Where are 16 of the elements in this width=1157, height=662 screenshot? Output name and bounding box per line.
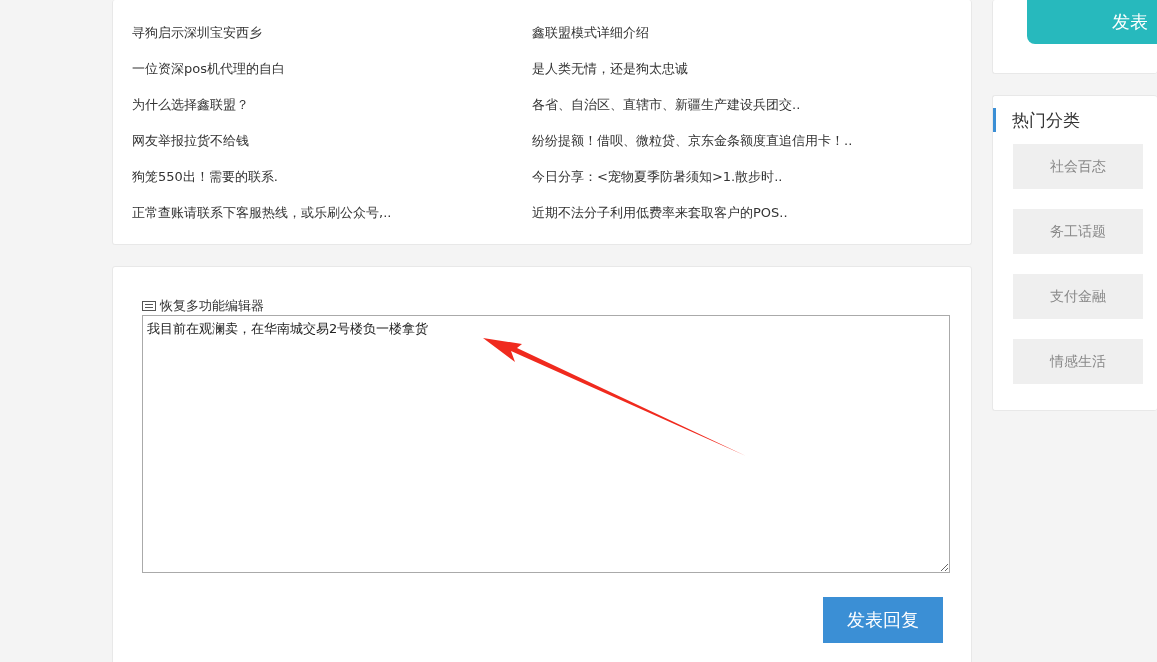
article-link[interactable]: 为什么选择鑫联盟？ bbox=[132, 87, 532, 123]
section-title: 热门分类 bbox=[993, 108, 1157, 132]
article-link[interactable]: 网友举报拉货不给钱 bbox=[132, 123, 532, 159]
article-link[interactable]: 寻狗启示深圳宝安西乡 bbox=[132, 15, 532, 51]
article-link[interactable]: 鑫联盟模式详细介绍 bbox=[532, 15, 932, 51]
article-link[interactable]: 今日分享：<宠物夏季防暑须知>1.散步时.. bbox=[532, 159, 932, 195]
article-link[interactable]: 纷纷提额！借呗、微粒贷、京东金条额度直追信用卡！.. bbox=[532, 123, 932, 159]
article-link[interactable]: 近期不法分子利用低费率来套取客户的POS.. bbox=[532, 195, 932, 231]
article-link[interactable]: 各省、自治区、直辖市、新疆生产建设兵团交.. bbox=[532, 87, 932, 123]
article-link[interactable]: 狗笼550出！需要的联系. bbox=[132, 159, 532, 195]
editor-toggle-link[interactable]: 恢复多功能编辑器 bbox=[160, 297, 264, 315]
article-link[interactable]: 正常查账请联系下客服热线，或乐刷公众号,.. bbox=[132, 195, 532, 231]
reply-text-field[interactable]: 我目前在观澜卖，在华南城交易2号楼负一楼拿货 bbox=[142, 315, 950, 573]
article-link[interactable]: 一位资深pos机代理的自白 bbox=[132, 51, 532, 87]
keyboard-icon bbox=[142, 301, 156, 311]
article-link[interactable]: 是人类无情，还是狗太忠诚 bbox=[532, 51, 932, 87]
